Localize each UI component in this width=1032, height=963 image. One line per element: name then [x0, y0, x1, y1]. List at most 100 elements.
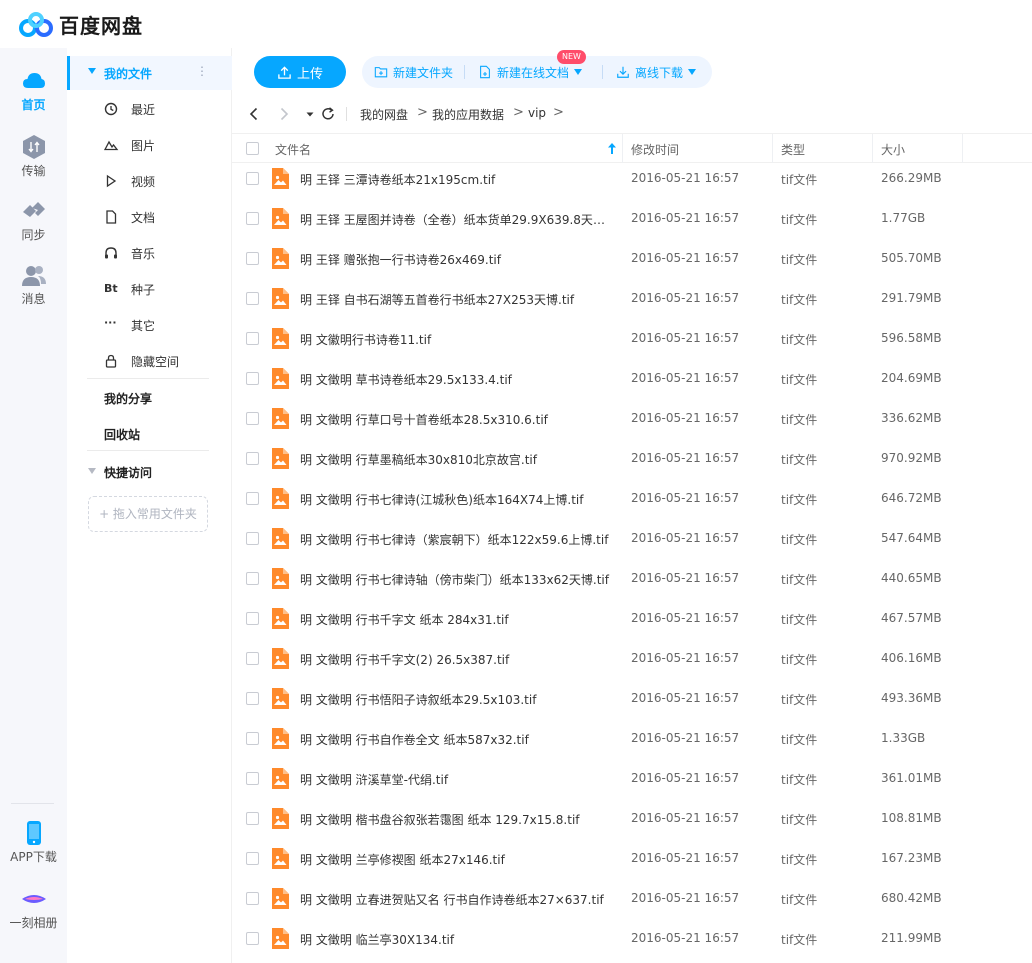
- sidebar-item-my-files[interactable]: 我的文件 ⋮: [67, 56, 232, 90]
- logo[interactable]: 百度网盘: [18, 10, 143, 39]
- column-header-size[interactable]: 大小: [881, 141, 905, 158]
- row-checkbox[interactable]: [246, 892, 259, 905]
- file-name[interactable]: 明 文徵明 行草墨稿纸本30x810北京故宫.tif: [300, 451, 615, 468]
- refresh-icon[interactable]: [320, 106, 336, 122]
- file-name[interactable]: 明 王铎 自书石湖等五首卷行书纸本27X253天博.tif: [300, 291, 615, 308]
- row-checkbox[interactable]: [246, 932, 259, 945]
- file-name[interactable]: 明 文徵明 浒溪草堂-代绢.tif: [300, 771, 615, 788]
- table-row[interactable]: 明 王铎 三潭诗卷纸本21x195cm.tif 2016-05-21 16:57 t…: [232, 163, 1032, 203]
- sidebar-item-quick-access[interactable]: 快捷访问: [104, 464, 152, 481]
- quick-access-dropzone[interactable]: + 拖入常用文件夹: [88, 496, 208, 532]
- column-header-modified[interactable]: 修改时间: [631, 141, 679, 158]
- table-row[interactable]: 明 文徽明行书诗卷11.tif 2016-05-21 16:57 tif文件 596.…: [232, 323, 1032, 363]
- row-checkbox[interactable]: [246, 652, 259, 665]
- row-checkbox[interactable]: [246, 412, 259, 425]
- sidebar-item-images[interactable]: 图片: [67, 130, 232, 160]
- sort-ascending-icon[interactable]: [608, 143, 616, 154]
- sidebar-item-my-share[interactable]: 我的分享: [104, 390, 152, 407]
- rail-item-album[interactable]: 一刻相册: [0, 886, 67, 931]
- sidebar-item-recent[interactable]: 最近: [67, 94, 232, 124]
- table-row[interactable]: 明 文徵明 草书诗卷纸本29.5x133.4.tif 2016-05-21 16:…: [232, 363, 1032, 403]
- file-size: 336.62MB: [881, 411, 942, 425]
- caret-down-icon[interactable]: [88, 68, 96, 74]
- upload-button[interactable]: 上传: [254, 56, 346, 88]
- table-row[interactable]: 明 文徵明 浒溪草堂-代绢.tif 2016-05-21 16:57 tif文件 36…: [232, 763, 1032, 803]
- file-name[interactable]: 明 文徵明 行书七律诗（紫宸朝下）纸本122x59.6上博.tif: [300, 531, 615, 548]
- file-name[interactable]: 明 文徵明 行书七律诗(江城秋色)纸本164X74上博.tif: [300, 491, 615, 508]
- table-row[interactable]: 明 文徵明 楷书盘谷叙张若霭图 纸本 129.7x15.8.tif 2016-05…: [232, 803, 1032, 843]
- sidebar-item-other[interactable]: ··· 其它: [67, 310, 232, 340]
- file-name[interactable]: 明 文徵明 楷书盘谷叙张若霭图 纸本 129.7x15.8.tif: [300, 811, 615, 828]
- sidebar-item-music[interactable]: 音乐: [67, 238, 232, 268]
- breadcrumb-item-vip[interactable]: vip: [528, 106, 546, 120]
- sidebar-item-videos[interactable]: 视频: [67, 166, 232, 196]
- row-checkbox[interactable]: [246, 292, 259, 305]
- column-header-type[interactable]: 类型: [781, 141, 805, 158]
- history-dropdown-icon[interactable]: [302, 106, 318, 122]
- breadcrumb-item-app-data[interactable]: 我的应用数据: [432, 106, 504, 123]
- file-name[interactable]: 明 王铎 王屋图并诗卷（全卷）纸本货单29.9X639.8天津博物馆藏.tif: [300, 211, 615, 228]
- rail-item-message[interactable]: 消息: [0, 262, 67, 307]
- file-name[interactable]: 明 文徵明 行书悟阳子诗叙纸本29.5x103.tif: [300, 691, 615, 708]
- file-name[interactable]: 明 文徵明 行书千字文(2) 26.5x387.tif: [300, 651, 615, 668]
- offline-download-button[interactable]: 离线下载: [616, 56, 697, 88]
- sidebar-item-documents[interactable]: 文档: [67, 202, 232, 232]
- table-row[interactable]: 明 文徵明 行书悟阳子诗叙纸本29.5x103.tif 2016-05-21 16…: [232, 683, 1032, 723]
- file-name[interactable]: 明 文徵明 草书诗卷纸本29.5x133.4.tif: [300, 371, 615, 388]
- rail-item-sync[interactable]: 同步: [0, 198, 67, 243]
- table-row[interactable]: 明 文徵明 行书七律诗(江城秋色)纸本164X74上博.tif 2016-05-2…: [232, 483, 1032, 523]
- select-all-checkbox[interactable]: [246, 142, 259, 155]
- file-name[interactable]: 明 文徵明 行书千字文 纸本 284x31.tif: [300, 611, 615, 628]
- back-arrow-icon[interactable]: [246, 106, 262, 122]
- file-name[interactable]: 明 文徵明 兰亭修禊图 纸本27x146.tif: [300, 851, 615, 868]
- row-checkbox[interactable]: [246, 732, 259, 745]
- forward-arrow-icon[interactable]: [276, 106, 292, 122]
- breadcrumb-item-my-disk[interactable]: 我的网盘: [360, 106, 408, 123]
- row-checkbox[interactable]: [246, 172, 259, 185]
- table-row[interactable]: 明 王铎 自书石湖等五首卷行书纸本27X253天博.tif 2016-05-21 …: [232, 283, 1032, 323]
- table-row[interactable]: 明 文徵明 行草口号十首卷纸本28.5x310.6.tif 2016-05-21 …: [232, 403, 1032, 443]
- row-checkbox[interactable]: [246, 252, 259, 265]
- table-row[interactable]: 明 文徵明 行书千字文(2) 26.5x387.tif 2016-05-21 16…: [232, 643, 1032, 683]
- sidebar-item-torrents[interactable]: Bt 种子: [67, 274, 232, 304]
- table-row[interactable]: 明 王铎 赠张抱一行书诗卷26x469.tif 2016-05-21 16:57 t…: [232, 243, 1032, 283]
- file-name[interactable]: 明 文徽明行书诗卷11.tif: [300, 331, 615, 348]
- rail-item-app-download[interactable]: APP下载: [0, 820, 67, 865]
- file-name[interactable]: 明 文徵明 行书七律诗轴（傍市柴门）纸本133x62天博.tif: [300, 571, 615, 588]
- column-header-name[interactable]: 文件名: [275, 141, 311, 158]
- row-checkbox[interactable]: [246, 772, 259, 785]
- sidebar-item-recycle-bin[interactable]: 回收站: [104, 426, 140, 443]
- table-row[interactable]: 明 文徵明 兰亭修禊图 纸本27x146.tif 2016-05-21 16:57…: [232, 843, 1032, 883]
- table-row[interactable]: 明 文徵明 行书千字文 纸本 284x31.tif 2016-05-21 16:5…: [232, 603, 1032, 643]
- row-checkbox[interactable]: [246, 492, 259, 505]
- file-name[interactable]: 明 文徵明 行草口号十首卷纸本28.5x310.6.tif: [300, 411, 615, 428]
- table-row[interactable]: 明 文徵明 临兰亭30X134.tif 2016-05-21 16:57 tif文件…: [232, 923, 1032, 963]
- file-name[interactable]: 明 文徵明 立春进贺贴又名 行书自作诗卷纸本27×637.tif: [300, 891, 615, 908]
- row-checkbox[interactable]: [246, 692, 259, 705]
- row-checkbox[interactable]: [246, 812, 259, 825]
- table-row[interactable]: 明 文徵明 行草墨稿纸本30x810北京故宫.tif 2016-05-21 16:…: [232, 443, 1032, 483]
- row-checkbox[interactable]: [246, 612, 259, 625]
- table-row[interactable]: 明 文徵明 立春进贺贴又名 行书自作诗卷纸本27×637.tif 2016-05-…: [232, 883, 1032, 923]
- row-checkbox[interactable]: [246, 372, 259, 385]
- new-folder-button[interactable]: 新建文件夹: [374, 56, 453, 88]
- table-row[interactable]: 明 王铎 王屋图并诗卷（全卷）纸本货单29.9X639.8天津博物馆藏.tif 2…: [232, 203, 1032, 243]
- table-row[interactable]: 明 文徵明 行书七律诗轴（傍市柴门）纸本133x62天博.tif 2016-05-…: [232, 563, 1032, 603]
- row-checkbox[interactable]: [246, 532, 259, 545]
- rail-item-transfer[interactable]: 传输: [0, 134, 67, 179]
- rail-item-home[interactable]: 首页: [0, 68, 67, 113]
- file-name[interactable]: 明 王铎 赠张抱一行书诗卷26x469.tif: [300, 251, 615, 268]
- file-name[interactable]: 明 文徵明 临兰亭30X134.tif: [300, 931, 615, 948]
- file-name[interactable]: 明 王铎 三潭诗卷纸本21x195cm.tif: [300, 171, 615, 188]
- row-checkbox[interactable]: [246, 212, 259, 225]
- row-checkbox[interactable]: [246, 572, 259, 585]
- row-checkbox[interactable]: [246, 332, 259, 345]
- sidebar-item-hidden-space[interactable]: 隐藏空间: [67, 346, 232, 376]
- file-name[interactable]: 明 文徵明 行书自作卷全文 纸本587x32.tif: [300, 731, 615, 748]
- table-row[interactable]: 明 文徵明 行书自作卷全文 纸本587x32.tif 2016-05-21 16:…: [232, 723, 1032, 763]
- more-vertical-icon[interactable]: ⋮: [196, 64, 208, 78]
- row-checkbox[interactable]: [246, 852, 259, 865]
- table-row[interactable]: 明 文徵明 行书七律诗（紫宸朝下）纸本122x59.6上博.tif 2016-05…: [232, 523, 1032, 563]
- row-checkbox[interactable]: [246, 452, 259, 465]
- caret-down-icon[interactable]: [88, 468, 96, 474]
